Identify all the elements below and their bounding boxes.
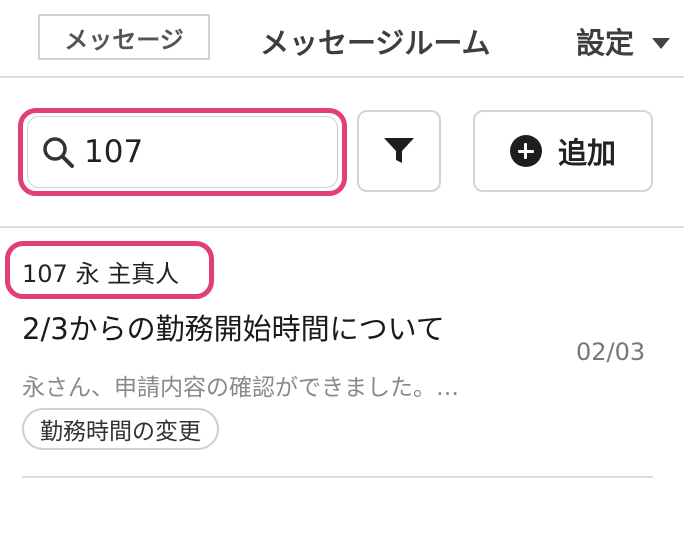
messages-tab-label[interactable]: メッセージ <box>38 14 210 60</box>
filter-icon <box>383 136 415 166</box>
add-button-label: 追加 <box>557 136 616 170</box>
divider <box>22 476 653 478</box>
plus-circle-icon <box>509 135 542 167</box>
toolbar: 追加 <box>0 78 684 228</box>
message-preview: 永さん、申請内容の確認ができました。… <box>22 375 459 401</box>
settings-dropdown[interactable]: 設定 <box>576 20 671 62</box>
message-sender: 107 永 主真人 <box>22 260 180 288</box>
message-date: 02/03 <box>576 338 646 366</box>
list-item[interactable]: 107 永 主真人 2/3からの勤務開始時間について 02/03 永さん、申請内… <box>0 228 684 478</box>
search-icon <box>40 134 76 170</box>
message-subject: 2/3からの勤務開始時間について <box>22 312 445 346</box>
search-box[interactable] <box>27 116 338 188</box>
filter-button[interactable] <box>357 110 441 192</box>
page-title: メッセージルーム <box>260 26 491 60</box>
top-header: メッセージ メッセージルーム 設定 <box>0 0 684 78</box>
search-input[interactable] <box>84 134 304 170</box>
caret-down-icon <box>652 37 671 49</box>
message-tag: 勤務時間の変更 <box>22 408 219 450</box>
add-button[interactable]: 追加 <box>473 110 653 192</box>
settings-label: 設定 <box>576 26 635 60</box>
